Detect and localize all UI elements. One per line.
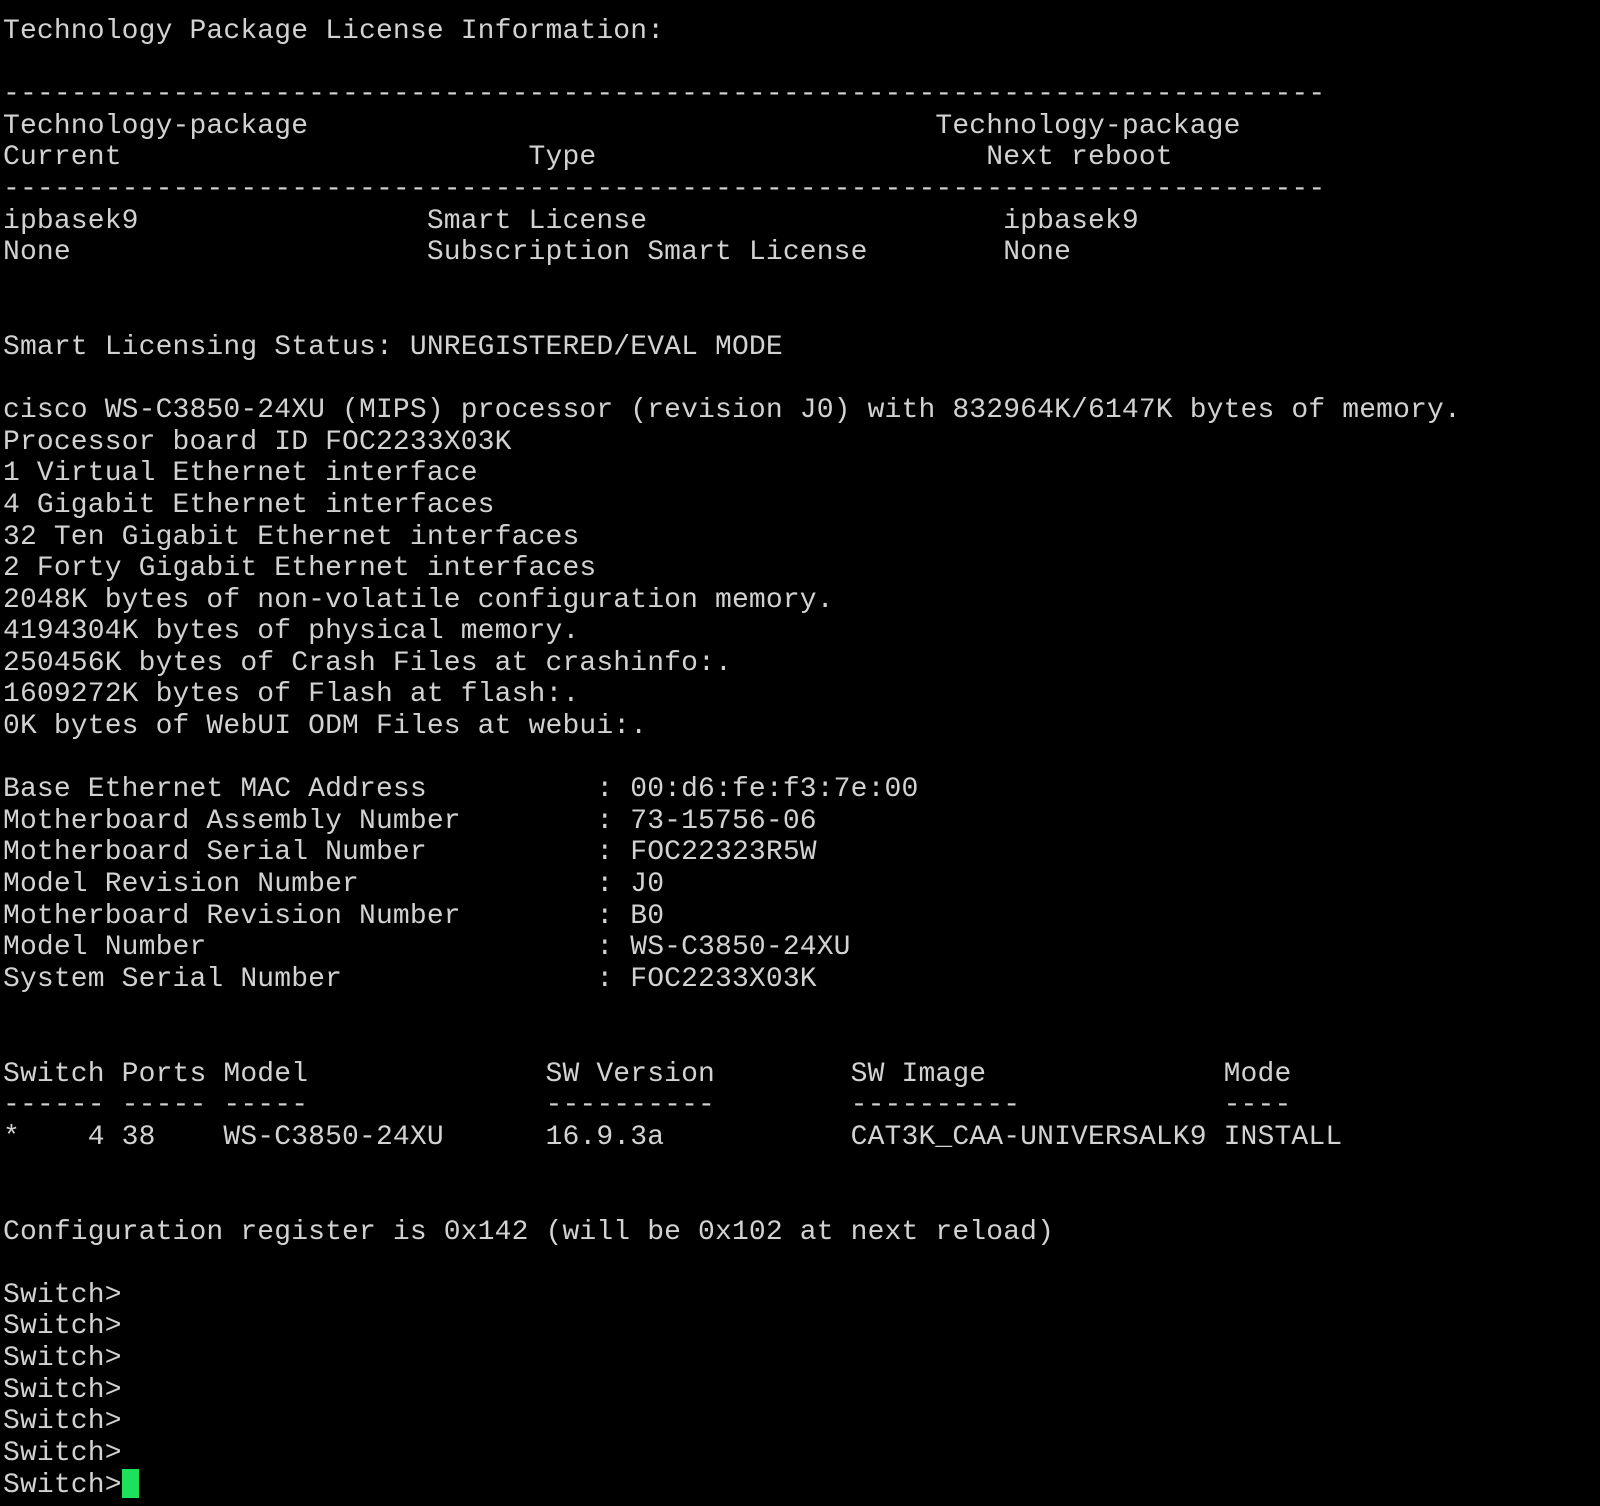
terminal-line: 1 Virtual Ethernet interface bbox=[3, 458, 478, 490]
terminal-line: Switch Ports Model SW Version SW Image M… bbox=[3, 1058, 1292, 1090]
terminal-line: Configuration register is 0x142 (will be… bbox=[3, 1216, 1055, 1248]
terminal-line: 2 Forty Gigabit Ethernet interfaces bbox=[3, 553, 597, 585]
text-cursor bbox=[121, 1469, 139, 1499]
terminal-line: Switch> bbox=[3, 1406, 122, 1438]
terminal-line: Technology Package License Information: bbox=[3, 16, 665, 47]
terminal-line: Switch> bbox=[3, 1437, 122, 1469]
terminal-line: ----------------------------------------… bbox=[3, 173, 1326, 205]
terminal-line: Model Revision Number : J0 bbox=[3, 869, 665, 901]
terminal-line: Motherboard Serial Number : FOC22323R5W bbox=[3, 837, 817, 869]
terminal-line: 2048K bytes of non-volatile configuratio… bbox=[3, 584, 834, 616]
terminal-line: Motherboard Revision Number : B0 bbox=[3, 900, 665, 932]
terminal-line: Model Number : WS-C3850-24XU bbox=[3, 932, 851, 964]
terminal-output: Technology Package License Information: … bbox=[0, 0, 1600, 1501]
terminal-line: Motherboard Assembly Number : 73-15756-0… bbox=[3, 805, 817, 837]
terminal-line: Switch> bbox=[3, 1311, 122, 1343]
command-prompt: Switch> bbox=[3, 1470, 122, 1502]
terminal-line: Smart Licensing Status: UNREGISTERED/EVA… bbox=[3, 331, 783, 363]
terminal-line: Base Ethernet MAC Address : 00:d6:fe:f3:… bbox=[3, 774, 919, 806]
terminal-line: cisco WS-C3850-24XU (MIPS) processor (re… bbox=[3, 395, 1461, 427]
terminal-line: None Subscription Smart License None bbox=[3, 237, 1072, 269]
terminal-line: 1609272K bytes of Flash at flash:. bbox=[3, 679, 580, 711]
terminal-line: System Serial Number : FOC2233X03K bbox=[3, 963, 817, 995]
terminal-line: Switch> bbox=[3, 1342, 122, 1374]
terminal-line: 0K bytes of WebUI ODM Files at webui:. bbox=[3, 711, 648, 743]
terminal-line: Switch> bbox=[3, 1279, 122, 1311]
terminal-line: 4194304K bytes of physical memory. bbox=[3, 616, 580, 648]
terminal-line: 4 Gigabit Ethernet interfaces bbox=[3, 489, 495, 521]
terminal-line: Technology-package Technology-package bbox=[3, 110, 1241, 142]
terminal-line: ------ ----- ----- ---------- ----------… bbox=[3, 1090, 1292, 1122]
command-prompt-line[interactable]: Switch> bbox=[3, 1469, 1600, 1501]
terminal-line: * 4 38 WS-C3850-24XU 16.9.3a CAT3K_CAA-U… bbox=[3, 1121, 1343, 1153]
terminal-window[interactable]: Technology Package License Information: … bbox=[0, 0, 1600, 1506]
terminal-line: ipbasek9 Smart License ipbasek9 bbox=[3, 205, 1139, 237]
terminal-line: 250456K bytes of Crash Files at crashinf… bbox=[3, 647, 732, 679]
terminal-line: ----------------------------------------… bbox=[3, 79, 1326, 111]
terminal-line: Processor board ID FOC2233X03K bbox=[3, 426, 512, 458]
terminal-line: Switch> bbox=[3, 1374, 122, 1406]
terminal-line: Current Type Next reboot bbox=[3, 142, 1173, 174]
terminal-line: 32 Ten Gigabit Ethernet interfaces bbox=[3, 521, 580, 553]
